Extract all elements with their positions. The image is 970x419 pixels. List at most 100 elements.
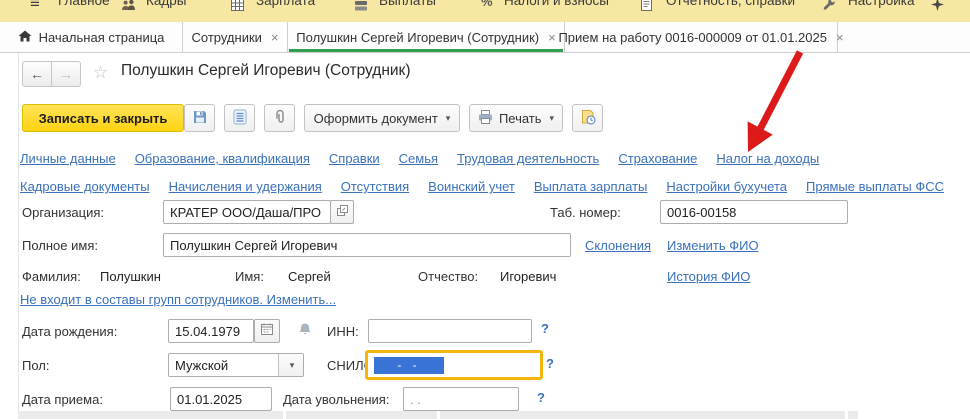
link-trudovaya[interactable]: Трудовая деятельность xyxy=(457,151,599,166)
gender-combobox[interactable]: Мужской ▾ xyxy=(168,353,304,377)
dropdown-caret-icon: ▾ xyxy=(446,113,451,124)
hire-date-value: 01.01.2025 xyxy=(177,392,242,407)
employee-groups-link[interactable]: Не входит в составы групп сотрудников. И… xyxy=(20,292,336,307)
create-document-button[interactable]: Оформить документ ▾ xyxy=(304,104,460,132)
link-nastroyki-buhucheta[interactable]: Настройки бухучета xyxy=(666,179,787,194)
chevron-down-icon: ▾ xyxy=(290,360,295,371)
tab-label: Начальная страница xyxy=(39,30,165,45)
snils-selected-text: - - xyxy=(374,357,444,374)
link-kadrovye-dokumenty[interactable]: Кадровые документы xyxy=(20,179,150,194)
menu-item-nalogi[interactable]: Налоги и взносы xyxy=(504,0,609,8)
organization-field[interactable]: КРАТЕР ООО/Даша/ПРО xyxy=(163,200,331,224)
print-button[interactable]: Печать ▾ xyxy=(469,104,563,132)
snils-help-link[interactable]: ? xyxy=(546,356,554,371)
tab-hiring-document[interactable]: Прием на работу 0016-000009 от 01.01.202… xyxy=(565,22,838,52)
save-and-close-label: Записать и закрыть xyxy=(39,111,168,126)
home-icon xyxy=(18,30,32,45)
link-obrazovanie[interactable]: Образование, квалификация xyxy=(135,151,310,166)
name-value: Сергей xyxy=(288,269,331,284)
full-name-label: Полное имя: xyxy=(22,238,98,253)
hire-date-field[interactable]: 01.01.2025 xyxy=(170,387,272,411)
menu-item-glavnoe[interactable]: Главное xyxy=(58,0,110,8)
tab-employees[interactable]: Сотрудники × xyxy=(183,22,288,52)
save-and-close-button[interactable]: Записать и закрыть xyxy=(22,104,184,132)
menu-item-vyplaty[interactable]: Выплаты xyxy=(379,0,436,8)
menu-item-zarplata[interactable]: Зарплата xyxy=(256,0,315,8)
menu-item-kadry[interactable]: Кадры xyxy=(146,0,186,8)
close-icon[interactable]: × xyxy=(548,30,556,45)
tab-home[interactable]: Начальная страница xyxy=(0,22,183,52)
fio-history-link[interactable]: История ФИО xyxy=(667,269,750,284)
tab-label: Полушкин Сергей Игоревич (Сотрудник) xyxy=(296,30,539,45)
app-window: ≡ Главное Кадры Зарплата Выплаты % Налог… xyxy=(0,0,970,419)
gender-value: Мужской xyxy=(175,358,228,373)
list-icon xyxy=(233,109,247,128)
dismissal-help-link[interactable]: ? xyxy=(537,390,545,405)
nav-links-row1: Личные данные Образование, квалификация … xyxy=(20,151,819,166)
printer-icon xyxy=(478,110,493,127)
save-button[interactable] xyxy=(184,104,215,132)
pin-icon[interactable] xyxy=(931,0,944,16)
nav-links-row2: Кадровые документы Начисления и удержани… xyxy=(20,179,944,194)
attachments-button[interactable] xyxy=(264,104,295,132)
section-menubar: ≡ Главное Кадры Зарплата Выплаты % Налог… xyxy=(0,0,970,23)
declension-link[interactable]: Склонения xyxy=(585,238,651,253)
tab-label: Сотрудники xyxy=(191,30,261,45)
grid-column-divider xyxy=(437,411,440,419)
dismissal-date-value: . . xyxy=(410,392,421,407)
create-document-label: Оформить документ xyxy=(314,111,438,126)
full-name-value: Полушкин Сергей Игоревич xyxy=(170,238,337,253)
dropdown-caret-icon: ▾ xyxy=(550,113,555,124)
read-button[interactable] xyxy=(224,104,255,132)
link-nalog-na-dohody[interactable]: Налог на доходы xyxy=(716,151,819,166)
link-voinskiy-uchet[interactable]: Воинский учет xyxy=(428,179,515,194)
close-icon[interactable]: × xyxy=(271,30,279,45)
link-strahovanie[interactable]: Страхование xyxy=(618,151,697,166)
link-nachisleniya[interactable]: Начисления и удержания xyxy=(169,179,322,194)
open-form-icon xyxy=(337,203,348,221)
snils-field[interactable]: - - xyxy=(365,350,543,380)
full-name-field[interactable]: Полушкин Сергей Игоревич xyxy=(163,233,571,257)
tab-number-field[interactable]: 0016-00158 xyxy=(660,200,848,224)
hire-date-label: Дата приема: xyxy=(22,392,103,407)
active-tab-indicator xyxy=(289,49,563,52)
inn-label: ИНН: xyxy=(327,324,359,339)
gender-dropdown-button[interactable]: ▾ xyxy=(278,354,303,376)
document-history-button[interactable] xyxy=(572,104,603,132)
inn-help-link[interactable]: ? xyxy=(541,321,549,336)
link-pryamye-vyplaty-fss[interactable]: Прямые выплаты ФСС xyxy=(806,179,944,194)
open-organization-button[interactable] xyxy=(330,200,354,224)
link-otsutstviya[interactable]: Отсутствия xyxy=(341,179,409,194)
wrench-icon xyxy=(823,0,836,16)
document-clock-icon xyxy=(580,109,596,128)
menu-item-otchetnost[interactable]: Отчетность, справки xyxy=(666,0,795,8)
dismissal-date-field[interactable]: . . xyxy=(403,387,519,411)
tab-employee-card[interactable]: Полушкин Сергей Игоревич (Сотрудник) × xyxy=(288,22,565,52)
link-spravki[interactable]: Справки xyxy=(329,151,380,166)
favorite-star-icon[interactable]: ☆ xyxy=(93,63,108,83)
back-button[interactable]: ← xyxy=(22,61,52,87)
hamburger-icon[interactable]: ≡ xyxy=(30,0,40,13)
birth-date-calendar-button[interactable] xyxy=(254,319,280,343)
surname-value: Полушкин xyxy=(100,269,161,284)
forward-button[interactable]: → xyxy=(51,61,81,87)
birthday-bell-icon[interactable] xyxy=(298,322,312,342)
tab-number-label: Таб. номер: xyxy=(550,205,621,220)
calendar-icon xyxy=(261,322,273,340)
dismissal-date-label: Дата увольнения: xyxy=(283,392,389,407)
link-lichnye-dannye[interactable]: Личные данные xyxy=(20,151,116,166)
name-label: Имя: xyxy=(235,269,264,284)
link-semya[interactable]: Семья xyxy=(399,151,438,166)
page-title: Полушкин Сергей Игоревич (Сотрудник) xyxy=(121,62,411,80)
birth-date-field[interactable]: 15.04.1979 xyxy=(168,319,254,343)
change-fio-link[interactable]: Изменить ФИО xyxy=(667,238,759,253)
tab-bar: Начальная страница Сотрудники × Полушкин… xyxy=(0,22,970,53)
inn-field[interactable] xyxy=(368,319,532,343)
menu-item-nastroika[interactable]: Настройка xyxy=(848,0,914,8)
organization-value: КРАТЕР ООО/Даша/ПРО xyxy=(170,205,321,220)
grid-header-strip xyxy=(18,411,858,419)
tab-number-value: 0016-00158 xyxy=(667,205,736,220)
grid-column-divider xyxy=(845,411,848,419)
link-vyplata-zarplaty[interactable]: Выплата зарплаты xyxy=(534,179,648,194)
close-icon[interactable]: × xyxy=(836,30,844,45)
